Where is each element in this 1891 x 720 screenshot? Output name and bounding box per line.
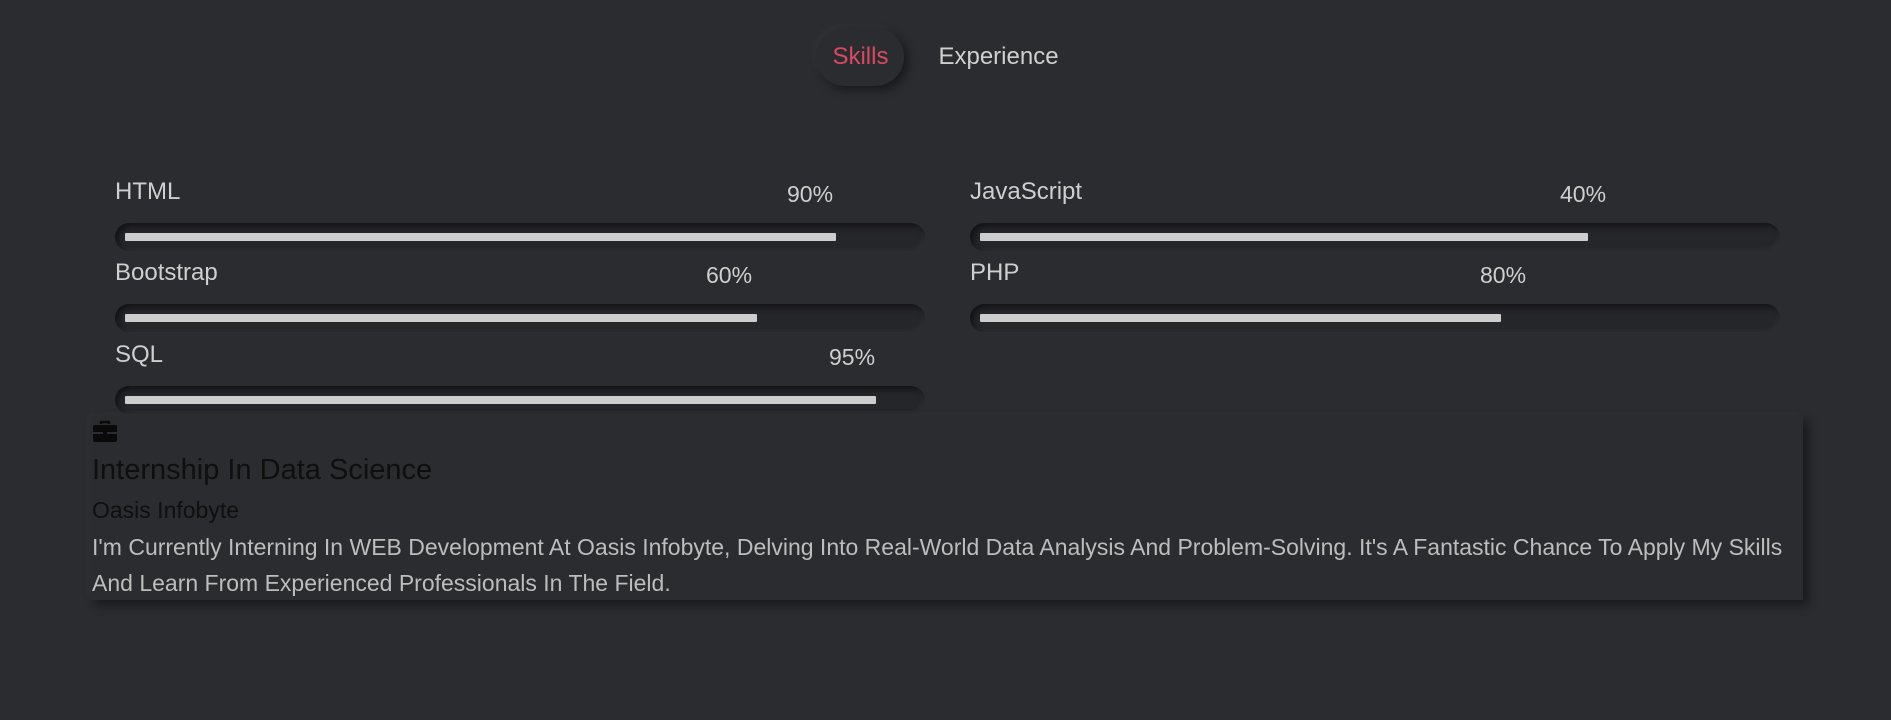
briefcase-icon — [92, 420, 118, 444]
tab-skills[interactable]: Skills — [816, 28, 905, 86]
tab-experience[interactable]: Experience — [922, 28, 1074, 86]
experience-card: Internship In Data Science Oasis Infobyt… — [90, 416, 1803, 600]
skill-html: HTML 90% — [115, 170, 925, 251]
progress-fill — [980, 233, 1588, 241]
skill-percent: 90% — [787, 181, 834, 207]
skill-sql: SQL 95% — [115, 333, 925, 414]
skill-percent: 95% — [829, 344, 876, 370]
experience-description: I'm Currently Interning In WEB Developme… — [92, 534, 1783, 596]
progress-track — [115, 223, 925, 251]
progress-fill — [125, 314, 757, 322]
progress-track — [115, 386, 925, 414]
progress-track — [970, 223, 1780, 251]
skill-percent: 40% — [1560, 181, 1607, 207]
skill-percent: 60% — [706, 262, 753, 288]
skill-name: JavaScript — [970, 178, 1083, 205]
skill-name: SQL — [115, 341, 164, 368]
progress-fill — [125, 396, 876, 404]
progress-fill — [980, 314, 1501, 322]
progress-track — [970, 304, 1780, 332]
skill-javascript: JavaScript 40% — [970, 170, 1780, 251]
section-tabs: Skills Experience — [0, 28, 1891, 86]
progress-track — [115, 304, 925, 332]
skill-name: PHP — [970, 259, 1020, 286]
progress-fill — [125, 233, 836, 241]
skill-name: HTML — [115, 178, 181, 205]
experience-title: Internship In Data Science — [92, 454, 433, 486]
skill-percent: 80% — [1480, 262, 1527, 288]
skill-name: Bootstrap — [115, 259, 218, 286]
experience-company: Oasis Infobyte — [92, 497, 240, 523]
skill-php: PHP 80% — [970, 251, 1780, 332]
skill-bootstrap: Bootstrap 60% — [115, 251, 925, 332]
